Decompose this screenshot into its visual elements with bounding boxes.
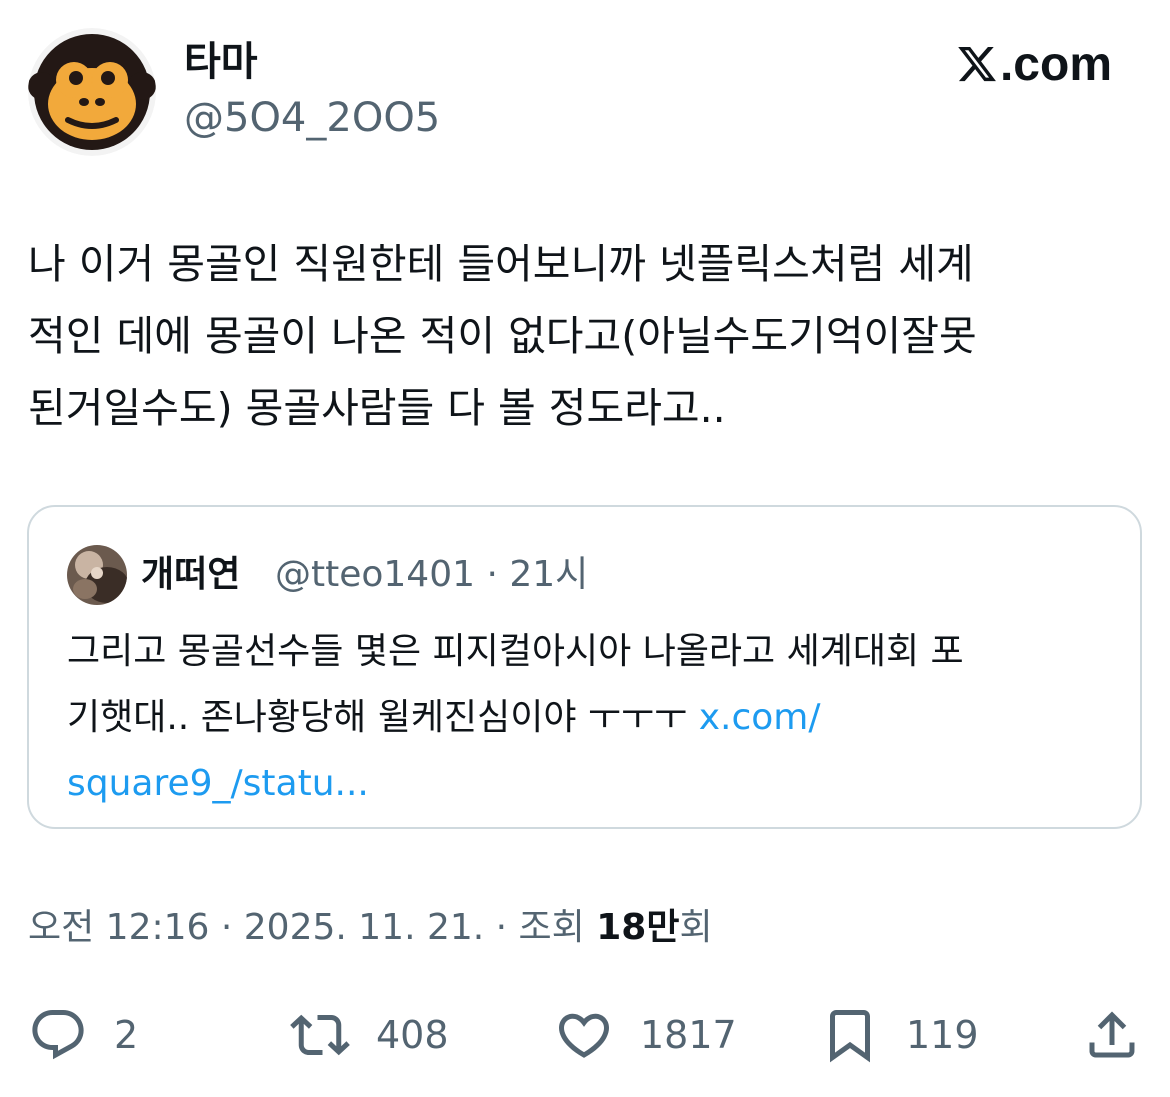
reply-bubble-icon (32, 1010, 84, 1060)
retweet-icon (290, 1014, 350, 1056)
views-count: 18만 (596, 907, 680, 948)
photo-avatar-icon (67, 545, 127, 605)
author-handle[interactable]: @5O4_2OO5 (184, 92, 440, 144)
quoted-tweet-link-part2[interactable]: square9_/statu... (67, 763, 369, 804)
x-com-brand: .com (956, 36, 1112, 92)
quoted-author-avatar[interactable] (67, 545, 127, 605)
quoted-tweet-card[interactable]: 개떠연 @tteo1401 · 21시 그리고 몽골선수들 몇은 피지컬아시아 … (27, 505, 1142, 829)
tweet-meta: 오전 12:16 · 2025. 11. 21. · 조회 18만회 (28, 902, 713, 954)
retweet-button[interactable]: 408 (290, 1000, 449, 1070)
bookmark-icon (830, 1010, 870, 1063)
brand-label: .com (999, 37, 1112, 91)
heart-icon (558, 1013, 610, 1058)
quoted-tweet-link-part1[interactable]: x.com/ (699, 697, 821, 738)
tweet-header: 타마 @5O4_2OO5 .com (28, 28, 1142, 158)
tweet-text: 나 이거 몽골인 직원한테 들어보니까 넷플릭스처럼 세계 적인 데에 몽골이 … (28, 240, 977, 432)
tweet-timestamp[interactable]: 오전 12:16 · 2025. 11. 21. · 조회 (28, 907, 596, 948)
share-button[interactable] (1082, 1000, 1142, 1070)
retweet-count: 408 (376, 1013, 449, 1057)
quoted-tweet-body: 그리고 몽골선수들 몇은 피지컬아시아 나올라고 세계대회 포 기햇대.. 존나… (67, 631, 964, 738)
quoted-tweet-text: 그리고 몽골선수들 몇은 피지컬아시아 나올라고 세계대회 포 기햇대.. 존나… (67, 619, 1117, 817)
bookmark-count: 119 (906, 1013, 979, 1057)
share-upload-icon (1089, 1011, 1135, 1058)
bookmark-button[interactable]: 119 (820, 1000, 979, 1070)
views-suffix: 회 (679, 907, 713, 948)
reply-count: 2 (114, 1013, 139, 1057)
author-avatar[interactable] (28, 28, 156, 156)
quoted-author-handle-time[interactable]: @tteo1401 · 21시 (275, 551, 588, 599)
like-button[interactable]: 1817 (554, 1000, 737, 1070)
quoted-author-display-name[interactable]: 개떠연 (141, 551, 240, 599)
monkey-face-icon (28, 28, 156, 156)
reply-button[interactable]: 2 (28, 1000, 138, 1070)
x-logo-icon (958, 46, 996, 82)
like-count: 1817 (640, 1013, 737, 1057)
action-bar: 2 408 1817 119 (28, 1000, 1142, 1070)
author-display-name[interactable]: 타마 (184, 36, 258, 88)
